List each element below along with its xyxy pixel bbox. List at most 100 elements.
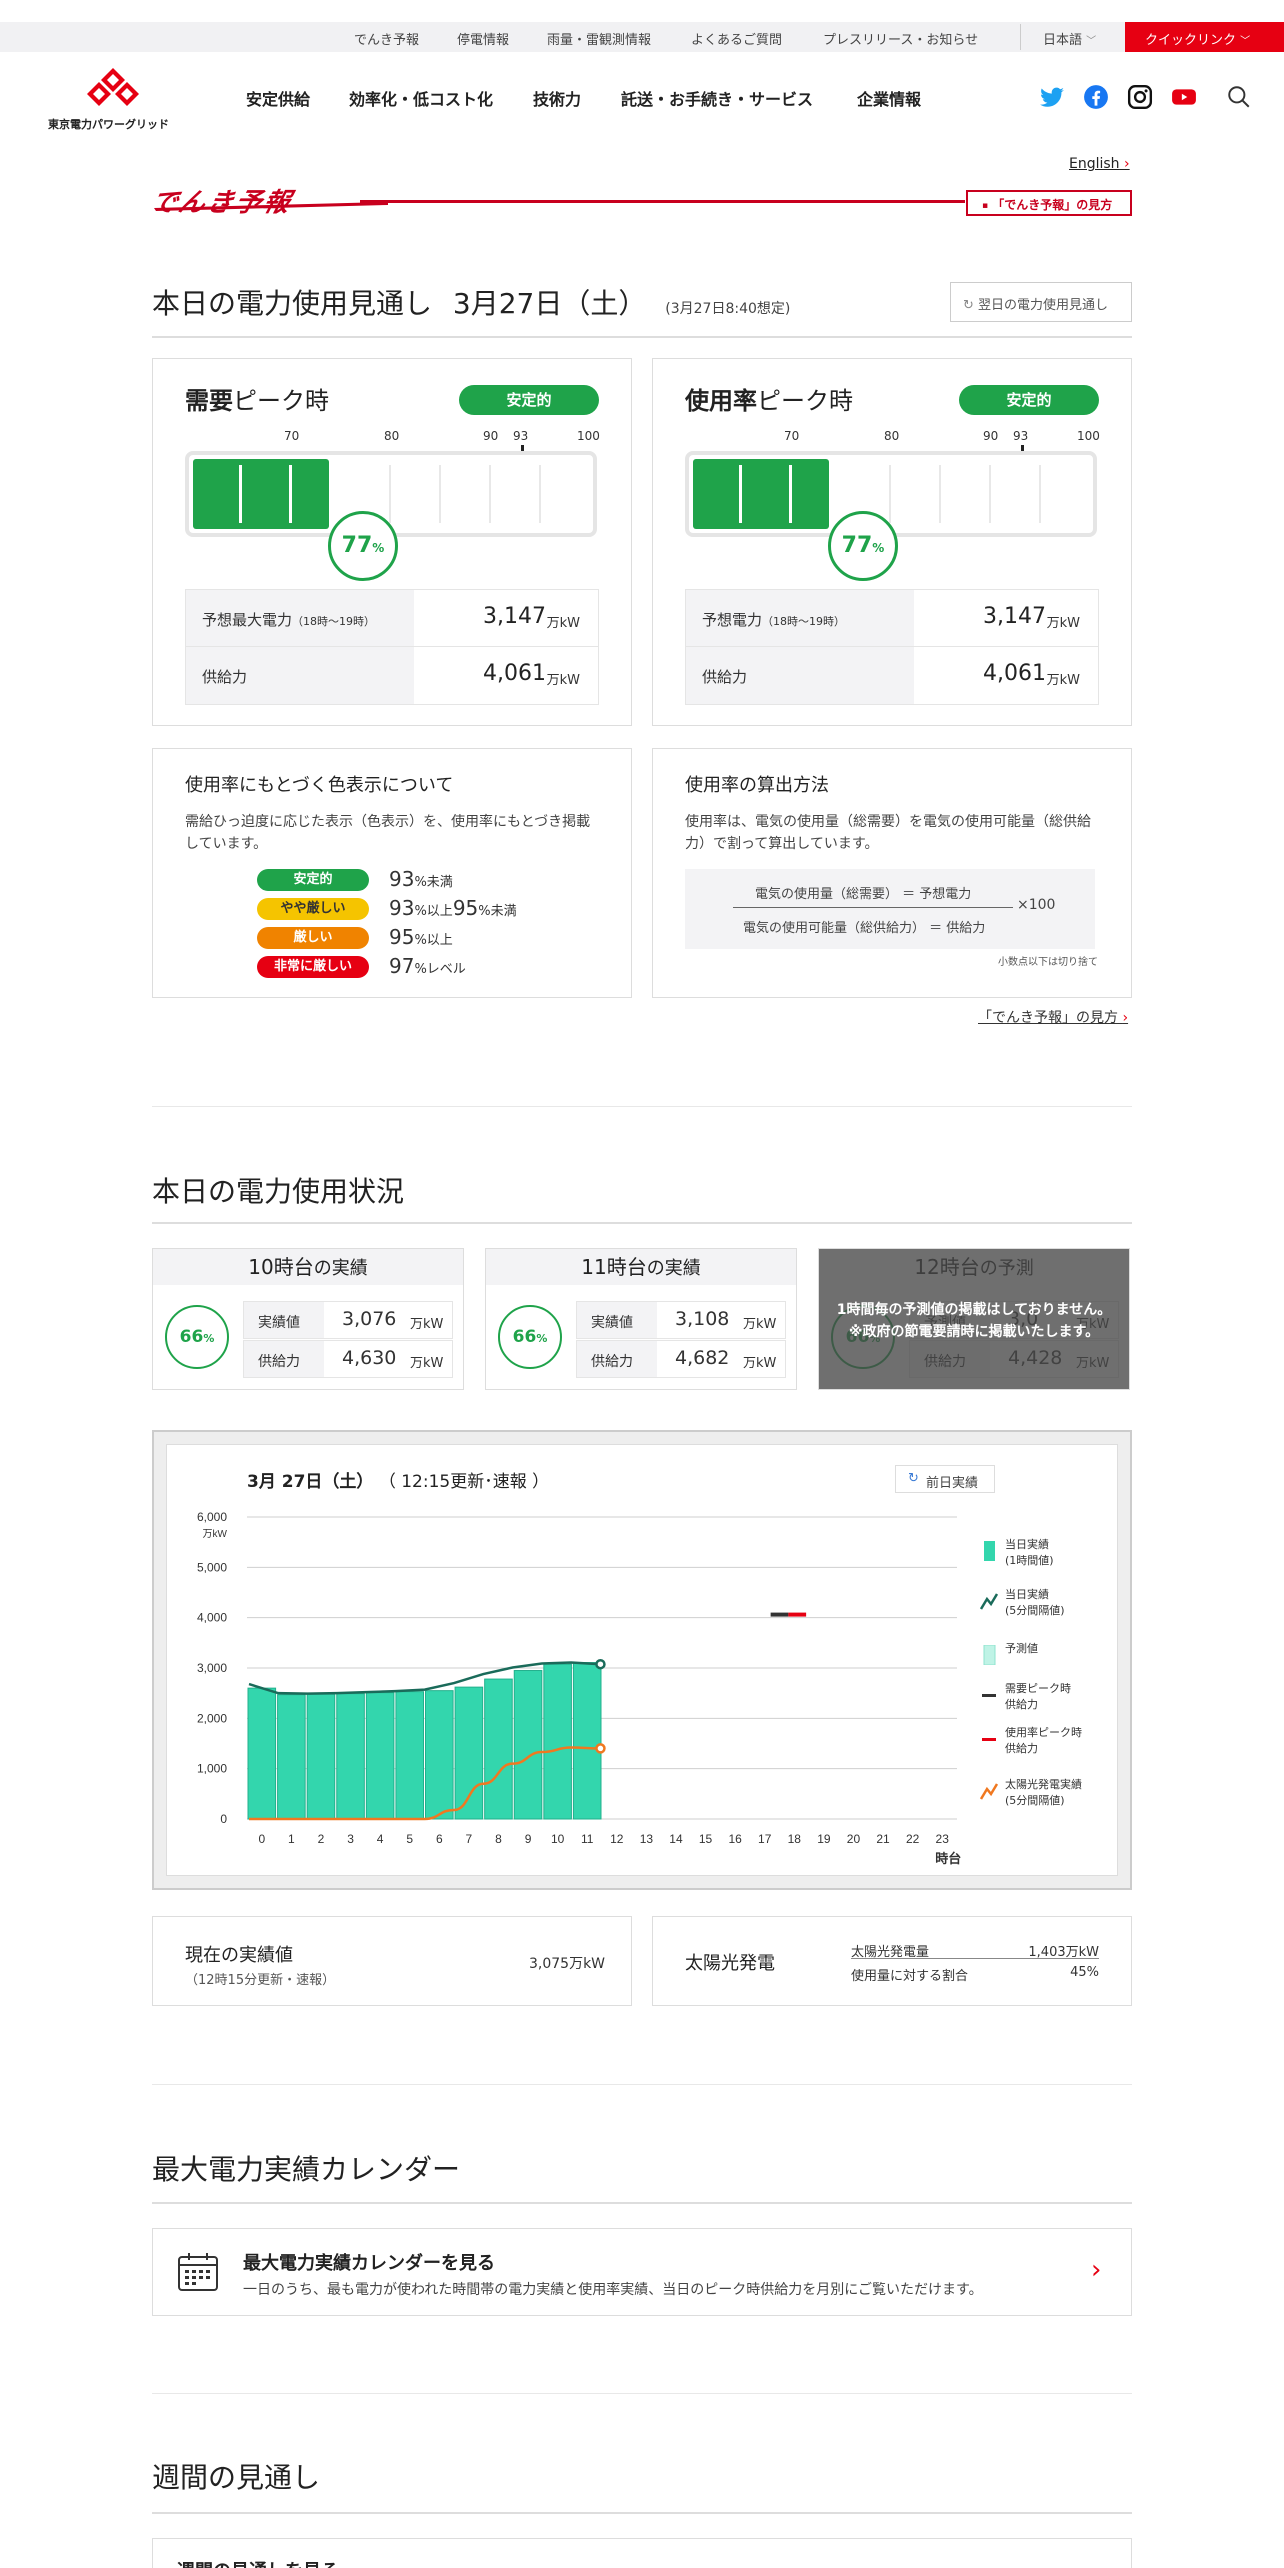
calendar-link-card[interactable]: 最大電力実績カレンダーを見る 一日のうち、最も電力が使われた時間帯の電力実績と使… <box>152 2228 1132 2316</box>
x-tick-label: 11 <box>581 1832 594 1846</box>
hour-row-actual: 実績値 3,076 万kW <box>243 1301 453 1339</box>
hour-row-label: 実績値 <box>244 1302 324 1338</box>
x-tick-label: 3 <box>347 1832 354 1846</box>
instagram-icon[interactable] <box>1127 84 1153 110</box>
next-day-forecast-button[interactable]: ↻ 翌日の電力使用見通し <box>950 282 1132 322</box>
x-tick-label: 10 <box>551 1832 565 1846</box>
legend-label: 太陽光発電実績 (5分間隔値) <box>1005 1778 1082 1807</box>
x-tick-label: 14 <box>669 1832 683 1846</box>
util-link-denki-yoho[interactable]: でんき予報 <box>354 29 419 48</box>
search-icon[interactable] <box>1226 84 1252 110</box>
y-tick-label: 0 <box>220 1812 227 1826</box>
percent-unit: % <box>536 1332 548 1345</box>
x-tick-label: 23 <box>936 1832 950 1846</box>
row-label-text: 供給力 <box>702 668 748 686</box>
quick-link-button[interactable]: クイックリンク ﹀ <box>1125 22 1284 52</box>
hour-card-kind: の実績 <box>646 1258 701 1279</box>
percent-unit: % <box>872 541 885 555</box>
y-tick-label: 2,000 <box>197 1711 227 1725</box>
bar-hourly-actual <box>247 1687 277 1820</box>
util-link-outage[interactable]: 停電情報 <box>457 29 509 48</box>
hour-row-supply: 供給力 4,630 万kW <box>243 1340 453 1378</box>
level-badge: 厳しい <box>257 927 369 949</box>
row-value: 4,061 <box>483 661 546 686</box>
level-threshold-part: %未満 <box>478 904 517 919</box>
facebook-icon[interactable] <box>1083 84 1109 110</box>
bar-hourly-actual <box>277 1694 306 1820</box>
nav-stable-supply[interactable]: 安定供給 <box>246 86 310 110</box>
hour-percent-circle: 66% <box>165 1305 229 1369</box>
company-logo[interactable]: 東京電力パワーグリッド <box>48 66 178 131</box>
solar-amount-label: 太陽光発電量 <box>851 1945 930 1960</box>
usage-chart-svg: 01,0002,0003,0004,0005,0006,000万kW0 1 2 3 4 5… <box>197 1510 961 1866</box>
x-tick-label: 0 <box>258 1832 265 1846</box>
next-day-label: 翌日の電力使用見通し <box>978 298 1109 313</box>
howto-link[interactable]: 「でんき予報」の見方 › <box>978 1007 1128 1027</box>
language-selector[interactable]: 日本語 ﹀ <box>1043 29 1096 48</box>
hour-card-hour: 11時台 <box>581 1255 647 1279</box>
usage-peak-card: 使用率ピーク時 安定的 70 80 90 93 100 77% 予想電力（18時… <box>652 358 1132 726</box>
table-row: 供給力 4,061 万kW <box>186 647 598 704</box>
today-forecast-date: 3月27日（土） <box>452 287 647 320</box>
denki-yoho-logo-text: でんき予報 <box>147 188 296 218</box>
legend-label: 使用率ピーク時 供給力 <box>1005 1726 1082 1755</box>
formula-denominator: 電気の使用可能量（総供給力） ＝ 供給力 <box>743 921 986 936</box>
color-info-title: 使用率にもとづく色表示について <box>185 775 454 796</box>
demand-card-title-bold: 需要 <box>185 387 233 415</box>
forecast-overlay: 1時間毎の予測値の掲載はしておりません。 ※政府の節電要請時に掲載いたします。 <box>819 1249 1129 1389</box>
english-link-label: English <box>1069 156 1120 172</box>
hour-row-unit: 万kW <box>410 1317 444 1332</box>
util-link-rain-lightning[interactable]: 雨量・雷観測情報 <box>547 29 651 48</box>
legend-label: 予測値 <box>1005 1642 1038 1655</box>
nav-efficiency[interactable]: 効率化・低コスト化 <box>349 86 493 110</box>
hour-row-value: 3,108 <box>675 1308 730 1330</box>
hour-card: 11時台の実績 66% 実績値 3,108 万kW 供給力 4,682 万kW <box>485 1248 797 1390</box>
gauge-tick <box>289 465 292 523</box>
weekly-link-card[interactable]: 週間の見通しを見る <box>152 2538 1132 2568</box>
level-threshold-part: 97 <box>389 954 415 978</box>
english-link[interactable]: English › <box>1069 156 1130 172</box>
usage-percent: 77 <box>841 533 873 558</box>
bar-hourly-actual <box>336 1693 365 1820</box>
hour-row-unit: 万kW <box>410 1356 444 1371</box>
youtube-icon[interactable] <box>1171 84 1197 110</box>
bar-hourly-actual <box>306 1693 336 1820</box>
peak-usage-supply-marker <box>788 1612 807 1617</box>
x-tick-label: 8 <box>495 1832 502 1846</box>
gauge-tick <box>389 465 391 523</box>
util-link-press[interactable]: プレスリリース・お知らせ <box>823 29 978 48</box>
usage-card-title: 使用率ピーク時 <box>685 381 853 416</box>
quick-link-label: クイックリンク <box>1145 33 1237 48</box>
chevron-right-icon: › <box>1124 156 1130 172</box>
util-link-faq[interactable]: よくあるご質問 <box>691 29 782 48</box>
x-tick-label: 6 <box>436 1832 443 1846</box>
nav-company[interactable]: 企業情報 <box>857 86 921 110</box>
twitter-icon[interactable] <box>1039 84 1065 110</box>
y-unit-label: 万kW <box>203 1529 228 1540</box>
howto-badge[interactable]: ▪ 「でんき予報」の見方 <box>966 190 1132 216</box>
hour-row-supply: 供給力 4,682 万kW <box>576 1340 786 1378</box>
row-label: 供給力 <box>186 647 414 704</box>
section-rule <box>152 2512 1132 2514</box>
demand-table: 予想最大電力（18時～19時） 3,147 万kW 供給力 4,061 万kW <box>185 589 599 705</box>
calc-info-title: 使用率の算出方法 <box>685 775 829 796</box>
current-actual-value: 3,075万kW <box>529 1956 606 1972</box>
nav-technology[interactable]: 技術力 <box>533 86 581 110</box>
level-badge: 非常に厳しい <box>257 956 369 978</box>
x-tick-label: 1 <box>288 1832 295 1846</box>
logo-text: 東京電力パワーグリッド <box>48 118 169 131</box>
status-badge: 安定的 <box>959 385 1099 415</box>
legend-swatch-icon <box>984 1541 995 1561</box>
row-label: 予想電力（18時～19時） <box>686 590 914 646</box>
row-label-sub: （18時～19時） <box>292 615 376 628</box>
gauge-tick-label: 93 <box>1013 429 1029 443</box>
gauge-fill <box>193 459 329 529</box>
gauge-tick <box>889 465 891 523</box>
nav-consignment[interactable]: 託送・お手続き・サービス <box>621 86 813 110</box>
gauge-fill <box>693 459 829 529</box>
usage-percent-circle: 77% <box>828 511 898 581</box>
hour-row-value: 4,630 <box>342 1347 397 1369</box>
gauge-tick <box>439 465 441 523</box>
percent-unit: % <box>372 541 385 555</box>
fraction-bar <box>733 907 1013 908</box>
